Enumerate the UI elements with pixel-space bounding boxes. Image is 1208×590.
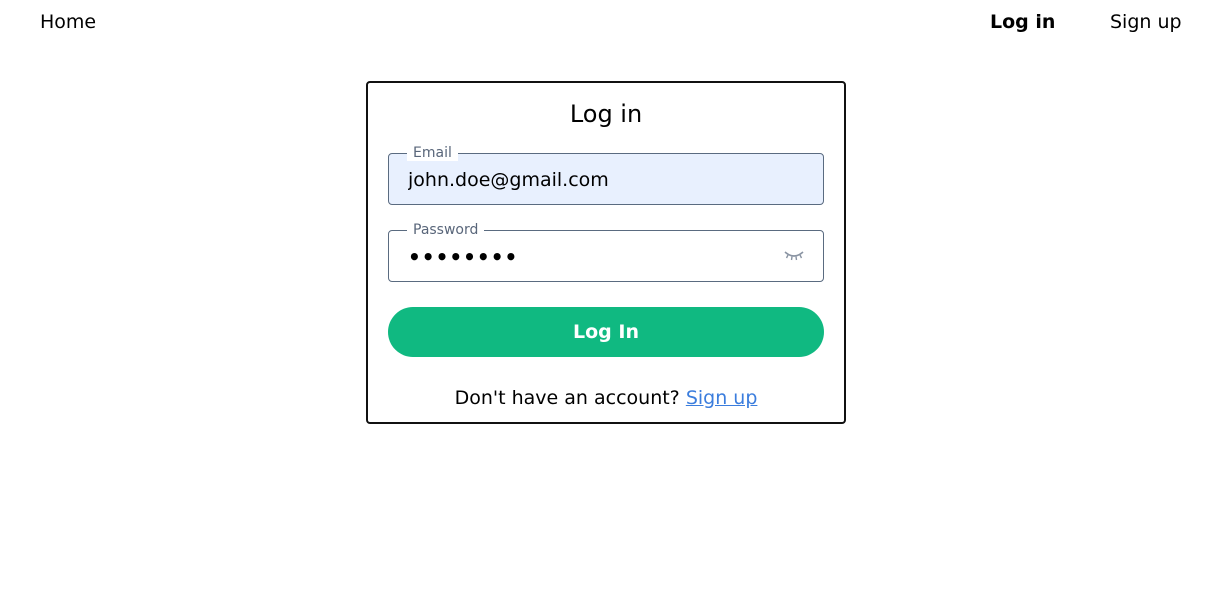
- signup-prompt-text: Don't have an account?: [454, 387, 686, 409]
- nav-home-link[interactable]: Home: [40, 10, 96, 34]
- login-card: Log in Email Password •••••••• Log In Do…: [366, 81, 846, 424]
- email-label: Email: [407, 145, 458, 161]
- login-submit-button[interactable]: Log In: [388, 307, 824, 357]
- email-input[interactable]: [408, 168, 768, 192]
- email-field[interactable]: Email: [388, 145, 824, 205]
- eye-closed-icon[interactable]: [783, 247, 805, 263]
- signup-prompt: Don't have an account? Sign up: [368, 385, 844, 411]
- password-label: Password: [407, 222, 485, 238]
- login-title: Log in: [569, 100, 643, 128]
- password-field[interactable]: Password ••••••••: [388, 222, 824, 282]
- top-nav: Home Log in Sign up: [0, 0, 1208, 46]
- password-input[interactable]: ••••••••: [408, 245, 768, 269]
- nav-signup-link[interactable]: Sign up: [1110, 10, 1182, 34]
- signup-link[interactable]: Sign up: [686, 387, 758, 409]
- nav-login-link[interactable]: Log in: [990, 10, 1055, 34]
